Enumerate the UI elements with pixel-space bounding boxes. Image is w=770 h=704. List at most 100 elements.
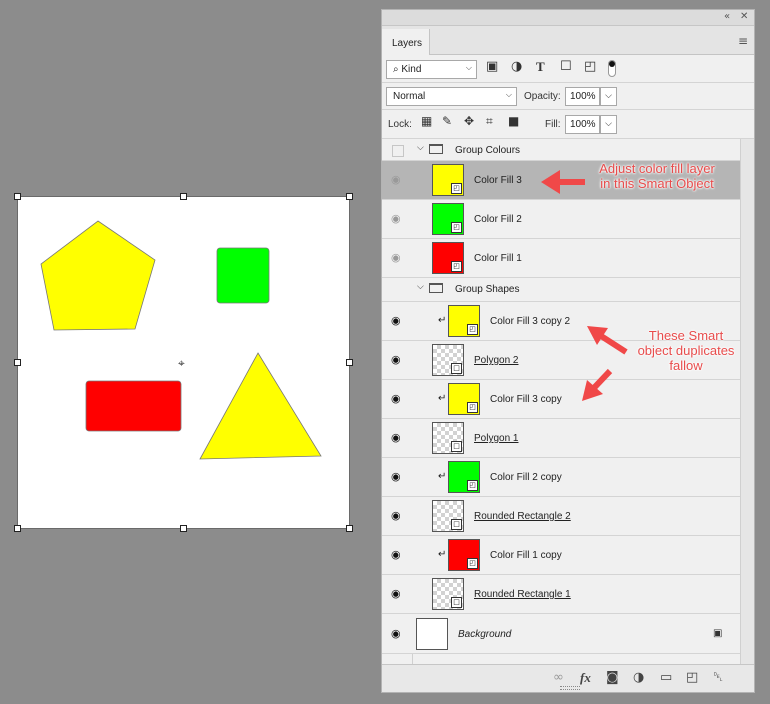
- kind-filter-label: Kind: [401, 64, 422, 75]
- chevron-down-icon[interactable]: ⌵: [417, 143, 424, 153]
- eye-icon[interactable]: ◉: [391, 510, 401, 521]
- eye-icon[interactable]: ◉: [391, 252, 401, 263]
- chevron-down-icon: ⌵: [465, 63, 472, 72]
- new-layer-icon[interactable]: ◰: [686, 671, 698, 684]
- folder-icon[interactable]: ▭: [660, 671, 672, 684]
- smart-object-badge-icon: ◰: [467, 324, 478, 335]
- blend-mode-dropdown[interactable]: Normal ⌵: [386, 87, 517, 106]
- eye-icon[interactable]: ◉: [391, 628, 401, 639]
- layer-color-fill-2[interactable]: ◉ ◰ Color Fill 2: [382, 200, 740, 239]
- pentagon-shape[interactable]: [40, 220, 156, 331]
- eye-icon[interactable]: ◉: [391, 588, 401, 599]
- lock-image-icon[interactable]: ✎: [442, 115, 452, 127]
- transform-handle-ml[interactable]: [14, 359, 21, 366]
- shape-badge-icon: □: [451, 519, 462, 530]
- lock-icon[interactable]: ▣: [713, 628, 722, 639]
- fx-icon[interactable]: fx: [580, 671, 591, 684]
- green-square-shape[interactable]: [216, 247, 270, 304]
- transform-handle-tc[interactable]: [180, 193, 187, 200]
- transform-handle-bc[interactable]: [180, 525, 187, 532]
- shape-filter-icon[interactable]: ☐: [560, 60, 572, 73]
- layer-thumbnail: [416, 618, 448, 650]
- eye-icon[interactable]: ◉: [391, 174, 401, 185]
- layer-rounded-rectangle-1[interactable]: ◉ □ Rounded Rectangle 1: [382, 575, 740, 614]
- shape-badge-icon: □: [451, 597, 462, 608]
- layer-group-colours[interactable]: ⌵ Group Colours: [382, 139, 740, 161]
- type-filter-icon[interactable]: T: [536, 60, 545, 73]
- adjustment-filter-icon[interactable]: ◑: [511, 60, 522, 73]
- layer-background[interactable]: ◉ Background ▣: [382, 614, 740, 654]
- lock-all-icon[interactable]: ■: [508, 115, 519, 127]
- chevron-down-icon[interactable]: ⌵: [417, 282, 424, 292]
- panel-menu-icon[interactable]: ≡: [738, 34, 748, 48]
- annotation-note-2: These Smart object duplicates fallow: [637, 328, 735, 373]
- transform-handle-tr[interactable]: [346, 193, 353, 200]
- trash-icon[interactable]: ␡: [713, 671, 723, 684]
- layer-name: Color Fill 3 copy: [490, 394, 562, 405]
- triangle-shape[interactable]: [199, 352, 322, 460]
- smart-object-badge-icon: ◰: [451, 222, 462, 233]
- clipping-arrow-icon: ↵: [438, 315, 447, 326]
- layer-color-fill-3-copy[interactable]: ◉ ↵ ◰ Color Fill 3 copy: [382, 380, 740, 419]
- transform-handle-mr[interactable]: [346, 359, 353, 366]
- layer-thumbnail: □: [432, 344, 464, 376]
- smart-object-badge-icon: ◰: [467, 480, 478, 491]
- red-rectangle-shape[interactable]: [85, 380, 182, 432]
- kind-filter-dropdown[interactable]: ⌕ Kind ⌵: [386, 60, 477, 79]
- filter-toggle[interactable]: [608, 60, 616, 77]
- layer-color-fill-1[interactable]: ◉ ◰ Color Fill 1: [382, 239, 740, 278]
- resize-grip[interactable]: [560, 686, 580, 690]
- eye-icon[interactable]: ◉: [391, 315, 401, 326]
- fill-dropdown-button[interactable]: ⌵: [600, 115, 617, 134]
- layer-name: Group Colours: [455, 145, 521, 156]
- layer-thumbnail: □: [432, 500, 464, 532]
- eye-icon[interactable]: ◉: [391, 393, 401, 404]
- layer-thumbnail: ◰: [432, 164, 464, 196]
- collapse-icon[interactable]: «: [724, 11, 730, 22]
- lock-transparent-icon[interactable]: ▦: [421, 115, 432, 127]
- shape-badge-icon: □: [451, 363, 462, 374]
- toggle-dot: [609, 61, 615, 67]
- smart-object-badge-icon: ◰: [451, 261, 462, 272]
- smart-object-badge-icon: ◰: [467, 558, 478, 569]
- scrollbar[interactable]: [740, 139, 754, 664]
- link-icon[interactable]: ∞: [553, 671, 564, 684]
- adjustment-icon[interactable]: ◑: [633, 671, 644, 684]
- image-filter-icon[interactable]: ▣: [486, 60, 498, 73]
- layer-thumbnail: ◰: [448, 383, 480, 415]
- blend-row: Normal ⌵ Opacity: 100% ⌵: [382, 83, 754, 110]
- layer-thumbnail: □: [432, 422, 464, 454]
- clipping-arrow-icon: ↵: [438, 549, 447, 560]
- crosshair-icon: ⌖: [178, 356, 185, 370]
- layer-color-fill-2-copy[interactable]: ◉ ↵ ◰ Color Fill 2 copy: [382, 458, 740, 497]
- document-canvas[interactable]: ⌖: [14, 193, 353, 532]
- layer-rounded-rectangle-2[interactable]: ◉ □ Rounded Rectangle 2: [382, 497, 740, 536]
- smart-object-filter-icon[interactable]: ◰: [584, 60, 596, 73]
- layer-color-fill-1-copy[interactable]: ◉ ↵ ◰ Color Fill 1 copy: [382, 536, 740, 575]
- layer-name: Polygon 1: [474, 433, 519, 444]
- layer-group-shapes[interactable]: ⌵ Group Shapes: [382, 278, 740, 302]
- eye-icon[interactable]: ◉: [391, 354, 401, 365]
- lock-position-icon[interactable]: ✥: [464, 115, 474, 127]
- transform-handle-tl[interactable]: [14, 193, 21, 200]
- lock-row: Lock: ▦ ✎ ✥ ⌗ ■ Fill: 100% ⌵: [382, 110, 754, 139]
- opacity-input[interactable]: 100%: [565, 87, 600, 106]
- layer-name: Group Shapes: [455, 284, 520, 295]
- close-icon[interactable]: ✕: [740, 11, 748, 22]
- layer-name: Rounded Rectangle 1: [474, 589, 571, 600]
- mask-icon[interactable]: ◙: [606, 671, 619, 684]
- layer-polygon-1[interactable]: ◉ □ Polygon 1: [382, 419, 740, 458]
- smart-object-badge-icon: ◰: [451, 183, 462, 194]
- eye-icon[interactable]: ◉: [391, 213, 401, 224]
- eye-icon[interactable]: ◉: [391, 471, 401, 482]
- transform-handle-br[interactable]: [346, 525, 353, 532]
- tab-layers[interactable]: Layers: [382, 29, 430, 55]
- eye-icon[interactable]: ◉: [391, 432, 401, 443]
- fill-input[interactable]: 100%: [565, 115, 600, 134]
- layer-thumbnail: ◰: [432, 203, 464, 235]
- transform-handle-bl[interactable]: [14, 525, 21, 532]
- visibility-off-box[interactable]: [392, 145, 404, 157]
- opacity-dropdown-button[interactable]: ⌵: [600, 87, 617, 106]
- lock-artboard-icon[interactable]: ⌗: [486, 115, 493, 127]
- eye-icon[interactable]: ◉: [391, 549, 401, 560]
